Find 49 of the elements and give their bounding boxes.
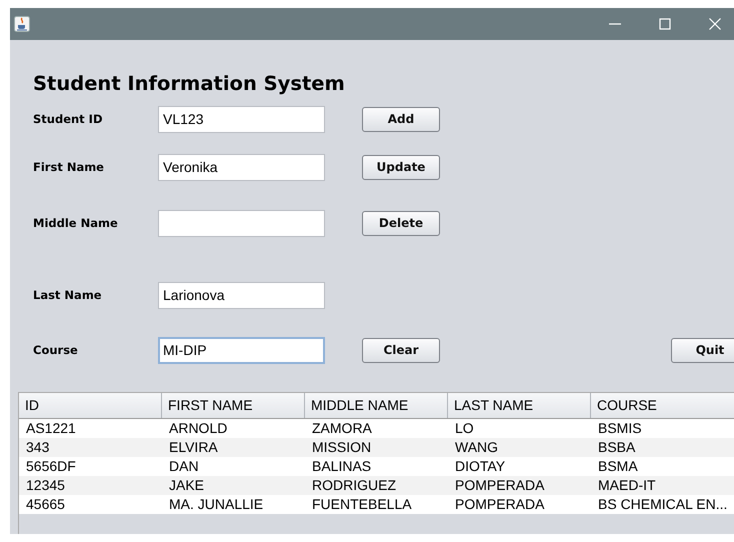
table-cell-text: ELVIRA xyxy=(168,438,219,457)
column-header[interactable]: COURSE xyxy=(591,393,734,418)
table-cell-text: DIOTAY xyxy=(454,457,506,476)
action-button[interactable]: Clear xyxy=(362,338,440,362)
column-header[interactable]: LAST NAME xyxy=(448,393,591,418)
column-header[interactable]: MIDDLE NAME xyxy=(305,393,448,418)
field-label: Course xyxy=(33,343,79,357)
table-cell-text: AS1221 xyxy=(25,419,77,438)
quit-button[interactable]: Quit xyxy=(671,338,734,362)
field-label: First Name xyxy=(33,160,105,174)
table-cell-text: POMPERADA xyxy=(454,476,546,495)
table-cell-text: JAKE xyxy=(168,476,206,495)
input-field[interactable]: VL123 xyxy=(158,106,325,132)
input-field[interactable]: Veronika xyxy=(158,154,325,180)
table-cell-text: BS CHEMICAL EN... xyxy=(597,495,728,514)
column-header[interactable]: ID xyxy=(19,393,162,418)
field-label: Student ID xyxy=(33,112,104,126)
table-cell-text: MAED-IT xyxy=(597,476,657,495)
column-header[interactable]: FIRST NAME xyxy=(162,393,305,418)
table-cell-text: RODRIGUEZ xyxy=(311,476,397,495)
table-cell-text: WANG xyxy=(454,438,500,457)
action-button[interactable]: Add xyxy=(362,106,440,132)
table-cell-text: LO xyxy=(454,419,475,438)
table-cell-text: FUENTEBELLA xyxy=(311,495,413,514)
table-cell-text: BSMIS xyxy=(597,419,643,438)
input-field[interactable]: Larionova xyxy=(158,282,325,308)
action-button[interactable]: Update xyxy=(362,154,440,180)
input-field[interactable]: MI-DIP xyxy=(158,336,325,364)
table-cell-text: MA. JUNALLIE xyxy=(168,495,264,514)
action-button[interactable]: Delete xyxy=(362,210,440,236)
table-cell-text: BSBA xyxy=(597,438,636,457)
coffee-cup-icon xyxy=(14,16,30,32)
table-cell-text: ARNOLD xyxy=(168,419,228,438)
app-title: Student Information System xyxy=(33,72,345,96)
table-cell-text: BSMA xyxy=(597,457,639,476)
input-field[interactable] xyxy=(158,210,325,236)
table-cell-text: POMPERADA xyxy=(454,495,546,514)
table-cell-text: DAN xyxy=(168,457,200,476)
table-cell-text: MISSION xyxy=(311,438,372,457)
table-cell-text: BALINAS xyxy=(311,457,372,476)
field-label: Middle Name xyxy=(33,216,119,230)
maximize-icon[interactable] xyxy=(659,18,671,30)
table-cell-text: 12345 xyxy=(25,476,66,495)
table-cell-text: 45665 xyxy=(25,495,66,514)
table-cell-text: 5656DF xyxy=(25,457,77,476)
table-cell-text: ZAMORA xyxy=(311,419,373,438)
close-icon[interactable] xyxy=(709,18,721,30)
field-label: Last Name xyxy=(33,288,103,302)
table-cell-text: 343 xyxy=(25,438,50,457)
